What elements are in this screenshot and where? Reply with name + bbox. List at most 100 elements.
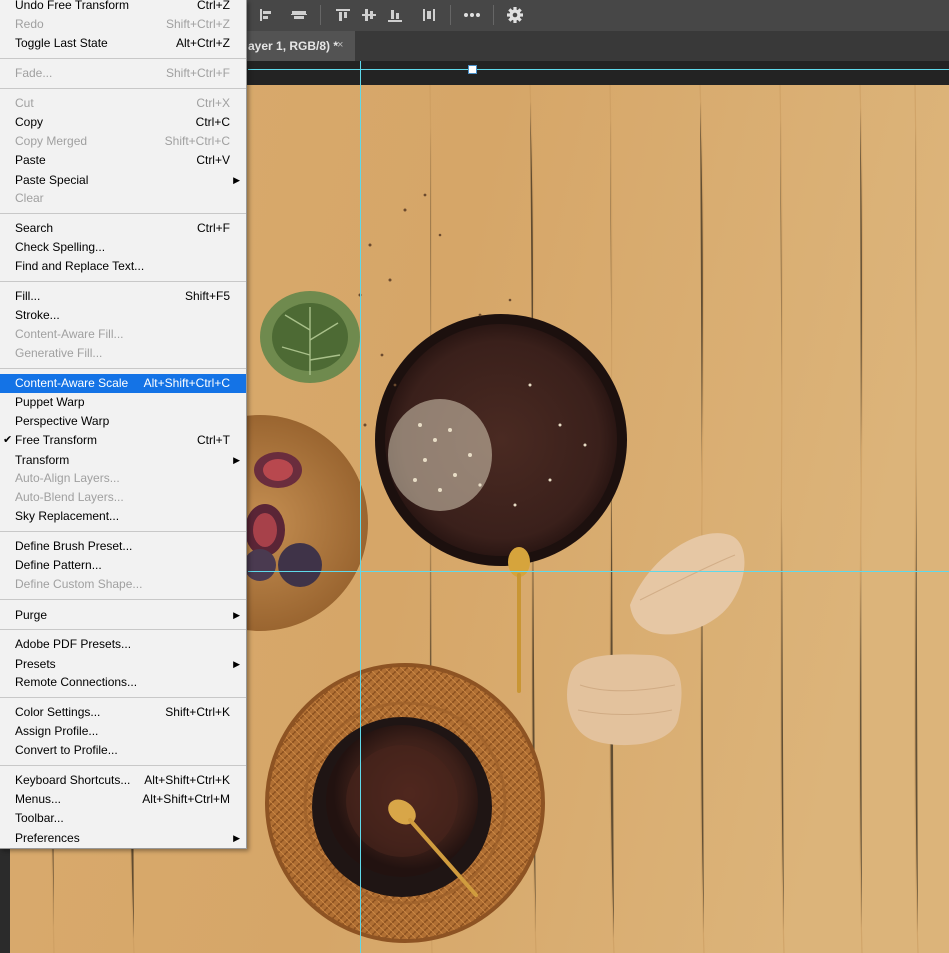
menu-item-label: Puppet Warp — [15, 395, 85, 409]
document-tab-title: ayer 1, RGB/8) * — [248, 39, 339, 53]
menu-item[interactable]: Toolbar... — [0, 809, 246, 828]
horizontal-guide[interactable] — [248, 571, 949, 572]
vertical-guide[interactable] — [360, 61, 361, 953]
menu-separator — [0, 368, 246, 369]
menu-item[interactable]: Undo Free Transform Ctrl+Z — [0, 0, 246, 15]
menu-separator — [0, 697, 246, 698]
menu-item[interactable]: Sky Replacement... — [0, 507, 246, 526]
menu-item[interactable]: Puppet Warp — [0, 393, 246, 412]
menu-item-label: Assign Profile... — [15, 724, 99, 738]
menu-item[interactable]: Stroke... — [0, 306, 246, 325]
toolbar-separator — [320, 5, 321, 25]
menu-item-label: Find and Replace Text... — [15, 259, 145, 273]
menu-item-label: Remote Connections... — [15, 675, 138, 689]
menu-item-label: Define Brush Preset... — [15, 539, 133, 553]
menu-item[interactable]: Assign Profile... — [0, 722, 246, 741]
menu-item-label: Perspective Warp — [15, 414, 110, 428]
menu-item-label: Auto-Blend Layers... — [15, 490, 124, 504]
gear-icon[interactable] — [504, 5, 526, 25]
menu-item[interactable]: Keyboard Shortcuts... Alt+Shift+Ctrl+K — [0, 771, 246, 790]
edit-menu: Undo Free Transform Ctrl+Z Redo Shift+Ctrl+… — [0, 0, 247, 849]
menu-item[interactable]: Define Pattern... — [0, 556, 246, 575]
menu-item[interactable]: Menus... Alt+Shift+Ctrl+M — [0, 790, 246, 809]
align-horizontal-centers-icon[interactable] — [288, 5, 310, 25]
align-top-edges-icon[interactable] — [332, 5, 354, 25]
menu-item-label: Purge — [15, 608, 48, 622]
menu-item-shortcut: Ctrl+F — [197, 221, 230, 235]
menu-item[interactable]: Copy Ctrl+C — [0, 113, 246, 132]
submenu-arrow-icon: ▶ — [233, 833, 240, 843]
menu-item[interactable]: Color Settings... Shift+Ctrl+K — [0, 703, 246, 722]
menu-item[interactable]: Fill... Shift+F5 — [0, 287, 246, 306]
menu-item: Clear — [0, 189, 246, 208]
menu-item[interactable]: Content-Aware Scale Alt+Shift+Ctrl+C — [0, 374, 246, 393]
menu-item[interactable]: Paste Ctrl+V — [0, 151, 246, 170]
menu-item[interactable]: Transform ▶ — [0, 451, 246, 470]
menu-item-shortcut: Ctrl+V — [196, 153, 230, 167]
menu-item-label: Sky Replacement... — [15, 509, 120, 523]
menu-item[interactable]: Adobe PDF Presets... — [0, 635, 246, 654]
menu-item-label: Check Spelling... — [15, 240, 106, 254]
align-left-edges-icon[interactable] — [255, 5, 277, 25]
menu-item[interactable]: Remote Connections... — [0, 673, 246, 692]
menu-item[interactable]: Define Brush Preset... — [0, 537, 246, 556]
menu-item-label: Content-Aware Fill... — [15, 327, 124, 341]
menu-item-shortcut: Shift+Ctrl+Z — [165, 17, 230, 31]
align-vertical-centers-icon[interactable] — [358, 5, 380, 25]
menu-item-shortcut: Shift+Ctrl+C — [164, 134, 230, 148]
menu-item-label: Convert to Profile... — [15, 743, 118, 757]
menu-item-label: Define Custom Shape... — [15, 577, 143, 591]
submenu-arrow-icon: ▶ — [233, 659, 240, 669]
menu-item-shortcut: Alt+Shift+Ctrl+K — [144, 773, 230, 787]
menu-item-label: Undo Free Transform — [15, 0, 130, 12]
more-options-icon[interactable] — [461, 5, 483, 25]
menu-item-label: Menus... — [15, 792, 62, 806]
checkmark-icon: ✔ — [3, 434, 13, 446]
menu-item[interactable]: Search Ctrl+F — [0, 219, 246, 238]
menu-item-label: Adobe PDF Presets... — [15, 637, 132, 651]
submenu-arrow-icon: ▶ — [233, 175, 240, 185]
menu-item-label: Generative Fill... — [15, 346, 103, 360]
menu-item[interactable]: Convert to Profile... — [0, 741, 246, 760]
toolbar-separator — [493, 5, 494, 25]
menu-item: Auto-Blend Layers... — [0, 488, 246, 507]
menu-item-label: Clear — [15, 191, 44, 205]
transform-handle[interactable] — [468, 65, 477, 74]
menu-item-label: Fill... — [15, 289, 41, 303]
menu-item[interactable]: Find and Replace Text... — [0, 257, 246, 276]
menu-item-shortcut: Shift+Ctrl+K — [165, 705, 230, 719]
menu-item-shortcut: Ctrl+Z — [197, 0, 230, 12]
menu-item[interactable]: ✔ Free Transform Ctrl+T — [0, 431, 246, 450]
menu-item-label: Paste Special — [15, 173, 89, 187]
wood-coaster — [567, 654, 682, 746]
menu-item[interactable]: Preferences ▶ — [0, 829, 246, 848]
menu-item-label: Preferences — [15, 831, 80, 845]
menu-separator — [0, 629, 246, 630]
distribute-icon[interactable] — [418, 5, 440, 25]
menu-item[interactable]: Toggle Last State Alt+Ctrl+Z — [0, 34, 246, 53]
menu-item[interactable]: Presets ▶ — [0, 655, 246, 674]
menu-item-label: Keyboard Shortcuts... — [15, 773, 131, 787]
menu-item: Define Custom Shape... — [0, 575, 246, 594]
menu-item-shortcut: Alt+Ctrl+Z — [175, 36, 230, 50]
menu-item-shortcut: Shift+F5 — [184, 289, 230, 303]
menu-item-label: Toggle Last State — [15, 36, 108, 50]
menu-separator — [0, 213, 246, 214]
menu-item-shortcut: Ctrl+T — [197, 433, 230, 447]
menu-item[interactable]: Check Spelling... — [0, 238, 246, 257]
close-tab-icon[interactable]: × — [337, 39, 343, 51]
menu-separator — [0, 88, 246, 89]
menu-item[interactable]: Purge ▶ — [0, 606, 246, 625]
menu-separator — [0, 58, 246, 59]
gold-spoon — [508, 547, 530, 577]
menu-separator — [0, 281, 246, 282]
align-bottom-edges-icon[interactable] — [384, 5, 406, 25]
submenu-arrow-icon: ▶ — [233, 455, 240, 465]
menu-item-label: Auto-Align Layers... — [15, 471, 120, 485]
menu-separator — [0, 765, 246, 766]
toolbar-separator — [450, 5, 451, 25]
menu-item[interactable]: Perspective Warp — [0, 412, 246, 431]
menu-item[interactable]: Paste Special ▶ — [0, 171, 246, 190]
menu-separator — [0, 531, 246, 532]
menu-item: Cut Ctrl+X — [0, 94, 246, 113]
